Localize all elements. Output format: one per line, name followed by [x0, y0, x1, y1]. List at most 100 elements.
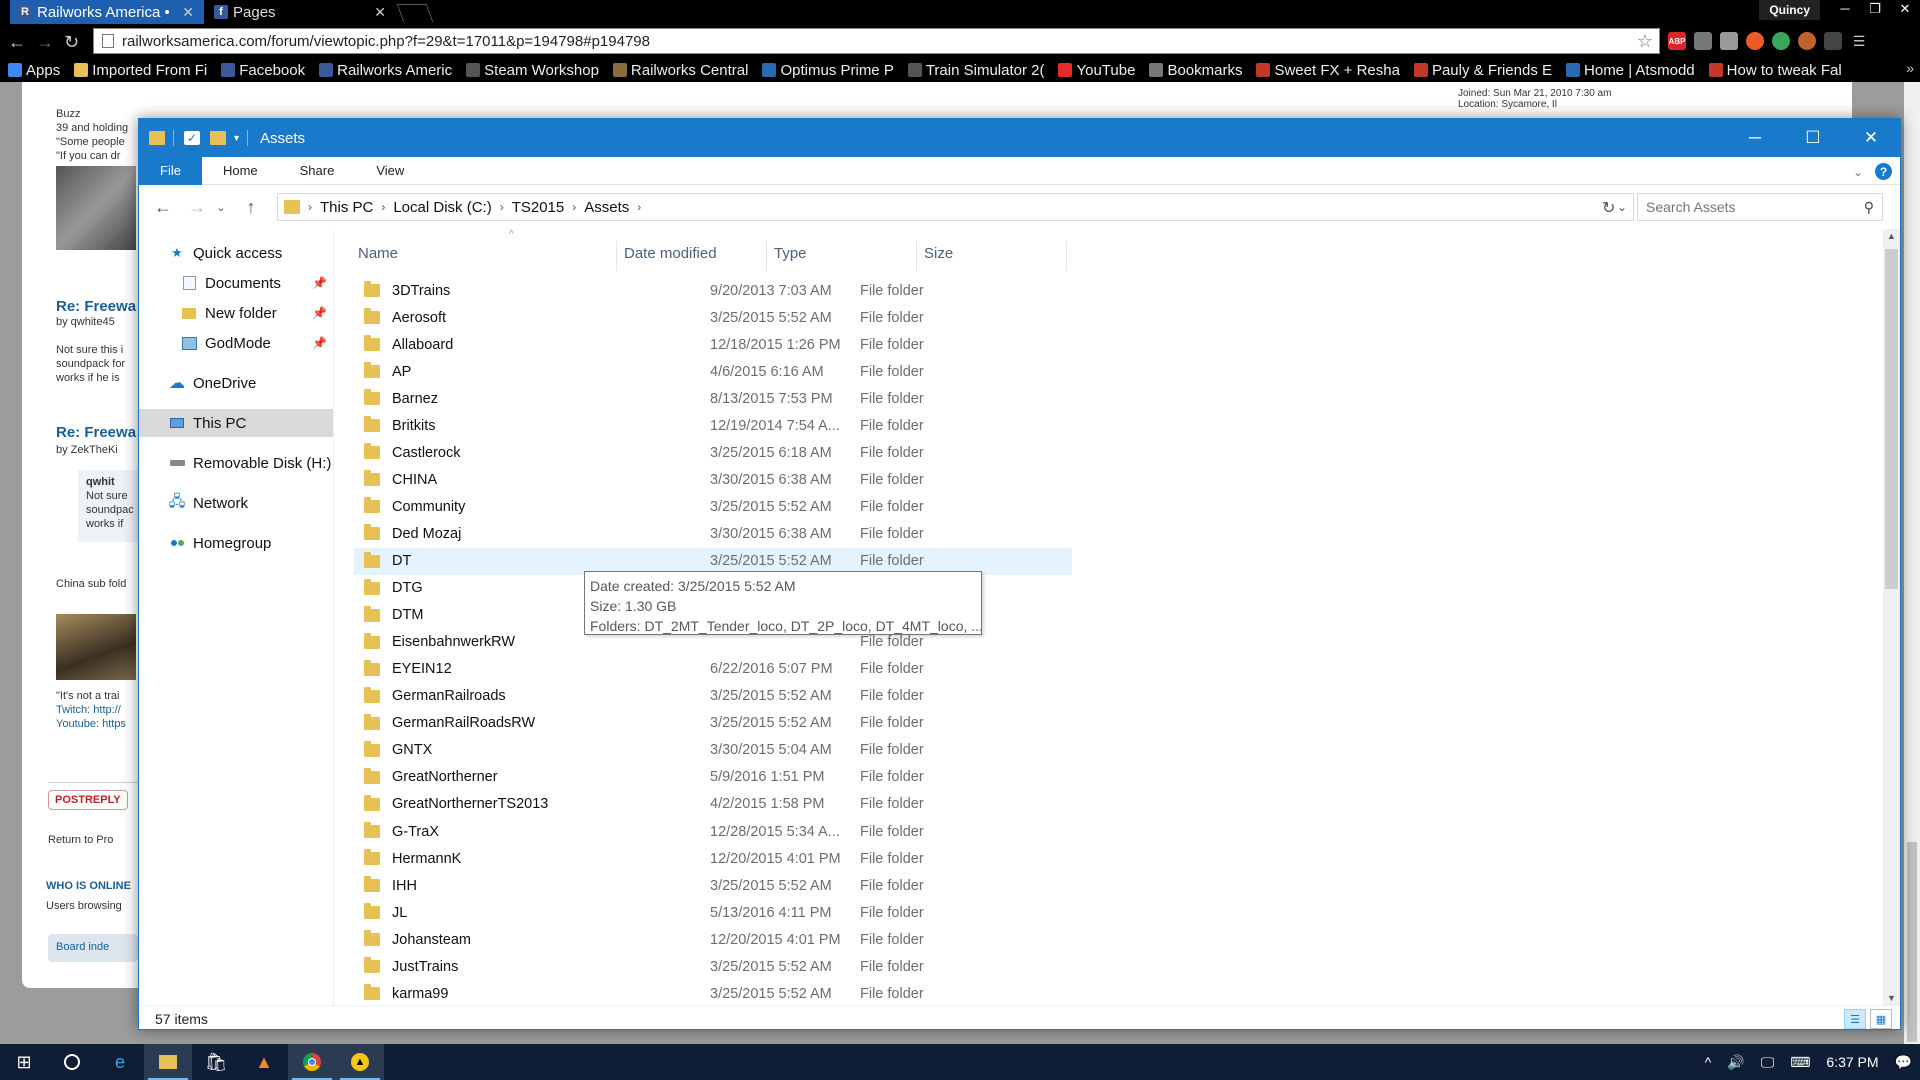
- more-bookmarks-icon[interactable]: »: [1906, 60, 1914, 76]
- file-explorer-icon[interactable]: [144, 1044, 192, 1080]
- chevron-down-icon[interactable]: ⌄: [1617, 200, 1627, 214]
- vlc-icon[interactable]: ▲: [240, 1044, 288, 1080]
- file-row[interactable]: Johansteam 12/20/2015 4:01 PM File folder: [354, 926, 1072, 953]
- forward-arrow-icon[interactable]: →: [187, 197, 207, 218]
- back-arrow-icon[interactable]: ←: [8, 32, 26, 53]
- bookmark-item[interactable]: Bookmarks: [1149, 62, 1242, 79]
- nav-homegroup[interactable]: Homegroup: [169, 529, 329, 557]
- scroll-up-icon[interactable]: ▲: [1883, 231, 1900, 241]
- expand-ribbon-chevron-icon[interactable]: ⌄: [1853, 165, 1863, 179]
- file-row[interactable]: Community 3/25/2015 5:52 AM File folder: [354, 493, 1072, 520]
- scroll-thumb[interactable]: [1885, 249, 1898, 589]
- post-heading[interactable]: Re: Freewa: [56, 298, 136, 315]
- file-row[interactable]: GermanRailroads 3/25/2015 5:52 AM File fol…: [354, 683, 1072, 710]
- file-list-scrollbar[interactable]: ▲ ▼: [1883, 229, 1900, 1005]
- file-row[interactable]: EYEIN12 6/22/2016 5:07 PM File folder: [354, 656, 1072, 683]
- bookmark-item[interactable]: Facebook: [221, 62, 305, 79]
- forward-arrow-icon[interactable]: →: [36, 32, 54, 53]
- menu-icon[interactable]: ☰: [1850, 32, 1868, 50]
- tab-view[interactable]: View: [355, 157, 425, 185]
- help-icon[interactable]: ?: [1875, 163, 1892, 180]
- breadcrumb-this-pc[interactable]: This PC: [320, 199, 373, 216]
- minimize-icon[interactable]: ─: [1830, 0, 1860, 20]
- up-arrow-icon[interactable]: ↑: [241, 197, 261, 218]
- chrome-icon[interactable]: [288, 1044, 336, 1080]
- column-divider[interactable]: [766, 241, 767, 271]
- bookmark-item[interactable]: Imported From Fi: [74, 62, 207, 79]
- youtube-link[interactable]: Youtube: https: [56, 718, 126, 730]
- scroll-thumb[interactable]: [1907, 842, 1917, 1042]
- bookmark-item[interactable]: Steam Workshop: [466, 62, 599, 79]
- chevron-right-icon[interactable]: ›: [500, 200, 504, 214]
- return-link[interactable]: Return to Pro: [48, 834, 113, 846]
- chevron-right-icon[interactable]: ›: [637, 200, 641, 214]
- nav-onedrive[interactable]: ☁ OneDrive: [169, 369, 329, 397]
- bookmark-item[interactable]: Sweet FX + Resha: [1256, 62, 1400, 79]
- post-reply-button[interactable]: POSTREPLY: [48, 790, 128, 810]
- bookmark-item[interactable]: Train Simulator 2(: [907, 62, 1044, 79]
- tab-home[interactable]: Home: [202, 157, 279, 185]
- bookmark-item[interactable]: Optimus Prime P: [762, 62, 894, 79]
- close-icon[interactable]: ✕: [1842, 119, 1900, 157]
- show-hidden-icons-icon[interactable]: ^: [1705, 1054, 1712, 1070]
- extension-icon[interactable]: [1746, 32, 1764, 50]
- column-divider[interactable]: [1066, 241, 1067, 271]
- bookmark-star-icon[interactable]: ☆: [1637, 31, 1653, 52]
- breadcrumb-assets[interactable]: Assets: [584, 199, 629, 216]
- browser-tab-pages[interactable]: f Pages ✕: [206, 0, 396, 24]
- store-icon[interactable]: 🛍: [192, 1044, 240, 1080]
- nav-quick-access[interactable]: ★ Quick access: [169, 239, 329, 267]
- keyboard-icon[interactable]: ⌨: [1790, 1054, 1810, 1071]
- bookmark-item[interactable]: Railworks Central: [612, 62, 748, 79]
- file-row[interactable]: GermanRailRoadsRW 3/25/2015 5:52 AM File f…: [354, 710, 1072, 737]
- address-bar[interactable]: railworksamerica.com/forum/viewtopic.php…: [93, 28, 1660, 54]
- column-divider[interactable]: [916, 241, 917, 271]
- scroll-down-icon[interactable]: ▼: [1883, 993, 1900, 1003]
- search-input[interactable]: [1646, 199, 1846, 215]
- breadcrumb[interactable]: › This PC › Local Disk (C:) › TS2015 › A…: [277, 193, 1634, 221]
- clock[interactable]: 6:37 PM: [1826, 1054, 1878, 1070]
- nav-new-folder[interactable]: New folder 📌: [181, 299, 331, 327]
- extension-icon[interactable]: [1720, 32, 1738, 50]
- nav-documents[interactable]: Documents 📌: [181, 269, 331, 297]
- file-row[interactable]: GreatNorthernerTS2013 4/2/2015 1:58 PM Fil…: [354, 791, 1072, 818]
- app-icon[interactable]: ▲: [336, 1044, 384, 1080]
- network-status-icon[interactable]: 🖵: [1761, 1054, 1775, 1071]
- extension-icon[interactable]: [1694, 32, 1712, 50]
- reload-icon[interactable]: ↻: [64, 32, 79, 53]
- nav-removable-disk[interactable]: Removable Disk (H:): [169, 449, 334, 477]
- restore-icon[interactable]: ❐: [1860, 0, 1890, 20]
- pin-icon[interactable]: 📌: [312, 276, 327, 290]
- column-header-type[interactable]: Type: [774, 245, 914, 275]
- board-index-link[interactable]: Board inde: [48, 934, 138, 962]
- tab-file[interactable]: File: [139, 156, 202, 185]
- column-divider[interactable]: [616, 241, 617, 271]
- nav-godmode[interactable]: GodMode 📌: [181, 329, 331, 357]
- file-row[interactable]: Britkits 12/19/2014 7:54 A... File folder: [354, 412, 1072, 439]
- file-row[interactable]: Castlerock 3/25/2015 6:18 AM File folder: [354, 439, 1072, 466]
- nav-network[interactable]: 🖧 Network: [169, 489, 329, 517]
- file-row[interactable]: Barnez 8/13/2015 7:53 PM File folder: [354, 385, 1072, 412]
- cortana-icon[interactable]: [48, 1044, 96, 1080]
- file-row[interactable]: karma99 3/25/2015 5:52 AM File folder: [354, 980, 1072, 1005]
- close-icon[interactable]: ✕: [374, 4, 386, 21]
- file-row[interactable]: JustTrains 3/25/2015 5:52 AM File folder: [354, 953, 1072, 980]
- new-tab-button[interactable]: [396, 4, 434, 22]
- browser-tab-railworks[interactable]: R Railworks America • ✕: [10, 0, 204, 24]
- chevron-right-icon[interactable]: ›: [381, 200, 385, 214]
- extension-icon[interactable]: [1798, 32, 1816, 50]
- pin-icon[interactable]: 📌: [312, 306, 327, 320]
- new-folder-icon[interactable]: [210, 131, 226, 145]
- large-icons-view-icon[interactable]: ▦: [1870, 1009, 1892, 1029]
- file-row[interactable]: Ded Mozaj 3/30/2015 6:38 AM File folder: [354, 520, 1072, 547]
- file-row[interactable]: 3DTrains 9/20/2013 7:03 AM File folder: [354, 277, 1072, 304]
- bookmark-item[interactable]: Apps: [8, 62, 60, 79]
- back-arrow-icon[interactable]: ←: [153, 197, 173, 218]
- minimize-icon[interactable]: ─: [1726, 119, 1784, 157]
- file-row[interactable]: Allaboard 12/18/2015 1:26 PM File folder: [354, 331, 1072, 358]
- pin-icon[interactable]: 📌: [312, 336, 327, 350]
- file-row[interactable]: HermannK 12/20/2015 4:01 PM File folder: [354, 845, 1072, 872]
- file-row[interactable]: JL 5/13/2016 4:11 PM File folder: [354, 899, 1072, 926]
- refresh-icon[interactable]: ↻: [1602, 198, 1615, 218]
- nav-this-pc[interactable]: This PC: [139, 409, 334, 437]
